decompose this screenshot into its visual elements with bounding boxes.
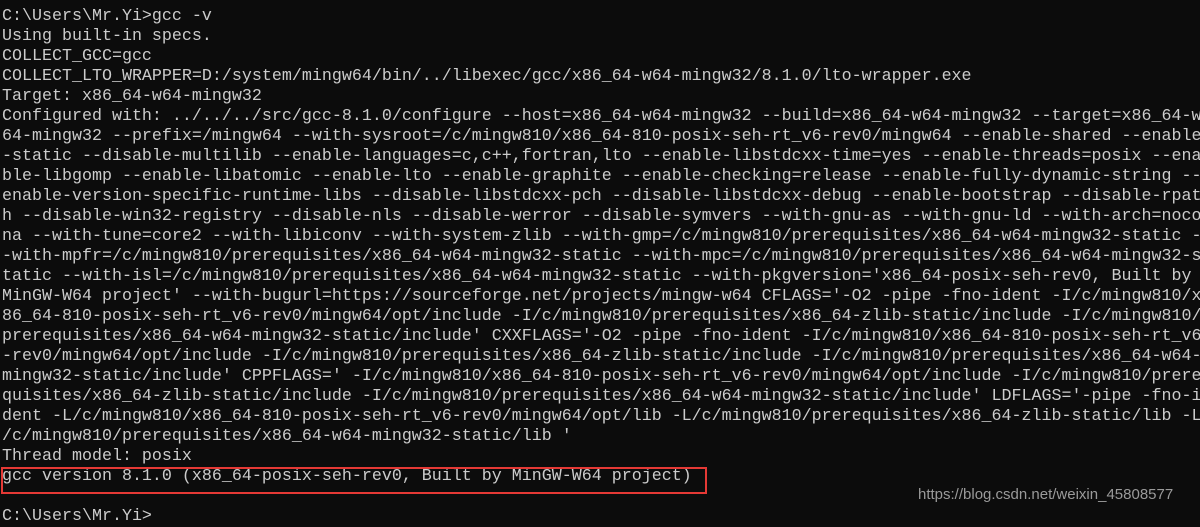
console-line: na --with-tune=core2 --with-libiconv --w… [2, 227, 1200, 246]
console-line: dent -L/c/mingw810/x86_64-810-posix-seh-… [2, 407, 1200, 426]
console-line: Configured with: ../../../src/gcc-8.1.0/… [2, 107, 1200, 126]
console-line: h --disable-win32-registry --disable-nls… [2, 207, 1200, 226]
console-line: -rev0/mingw64/opt/include -I/c/mingw810/… [2, 347, 1200, 366]
console-line: mingw32-static/include' CPPFLAGS=' -I/c/… [2, 367, 1200, 386]
console-line: MinGW-W64 project' --with-bugurl=https:/… [2, 287, 1200, 306]
prompt-line: C:\Users\Mr.Yi> [2, 507, 152, 526]
watermark: https://blog.csdn.net/weixin_45808577 [918, 486, 1174, 503]
console-output[interactable]: C:\Users\Mr.Yi>gcc -v Using built-in spec… [2, 7, 1200, 527]
console-line: /c/mingw810/prerequisites/x86_64-w64-min… [2, 427, 572, 446]
console-line: quisites/x86_64-zlib-static/include -I/c… [2, 387, 1200, 406]
console-line: -with-mpfr=/c/mingw810/prerequisites/x86… [2, 247, 1200, 266]
console-line: 64-mingw32 --prefix=/mingw64 --with-sysr… [2, 127, 1200, 146]
console-line: -static --disable-multilib --enable-lang… [2, 147, 1200, 166]
console-line: ble-libgomp --enable-libatomic --enable-… [2, 167, 1200, 186]
console-line: Using built-in specs. [2, 27, 212, 46]
console-line: Thread model: posix [2, 447, 192, 466]
console-line: tatic --with-isl=/c/mingw810/prerequisit… [2, 267, 1192, 286]
console-line: 86_64-810-posix-seh-rt_v6-rev0/mingw64/o… [2, 307, 1200, 326]
console-line: prerequisites/x86_64-w64-mingw32-static/… [2, 327, 1200, 346]
console-line: enable-version-specific-runtime-libs --d… [2, 187, 1200, 206]
console-line: COLLECT_LTO_WRAPPER=D:/system/mingw64/bi… [2, 67, 972, 86]
console-line: Target: x86_64-w64-mingw32 [2, 87, 262, 106]
console-line: COLLECT_GCC=gcc [2, 47, 152, 66]
prompt-line: C:\Users\Mr.Yi>gcc -v [2, 7, 212, 26]
gcc-version-line: gcc version 8.1.0 (x86_64-posix-seh-rev0… [2, 467, 692, 486]
